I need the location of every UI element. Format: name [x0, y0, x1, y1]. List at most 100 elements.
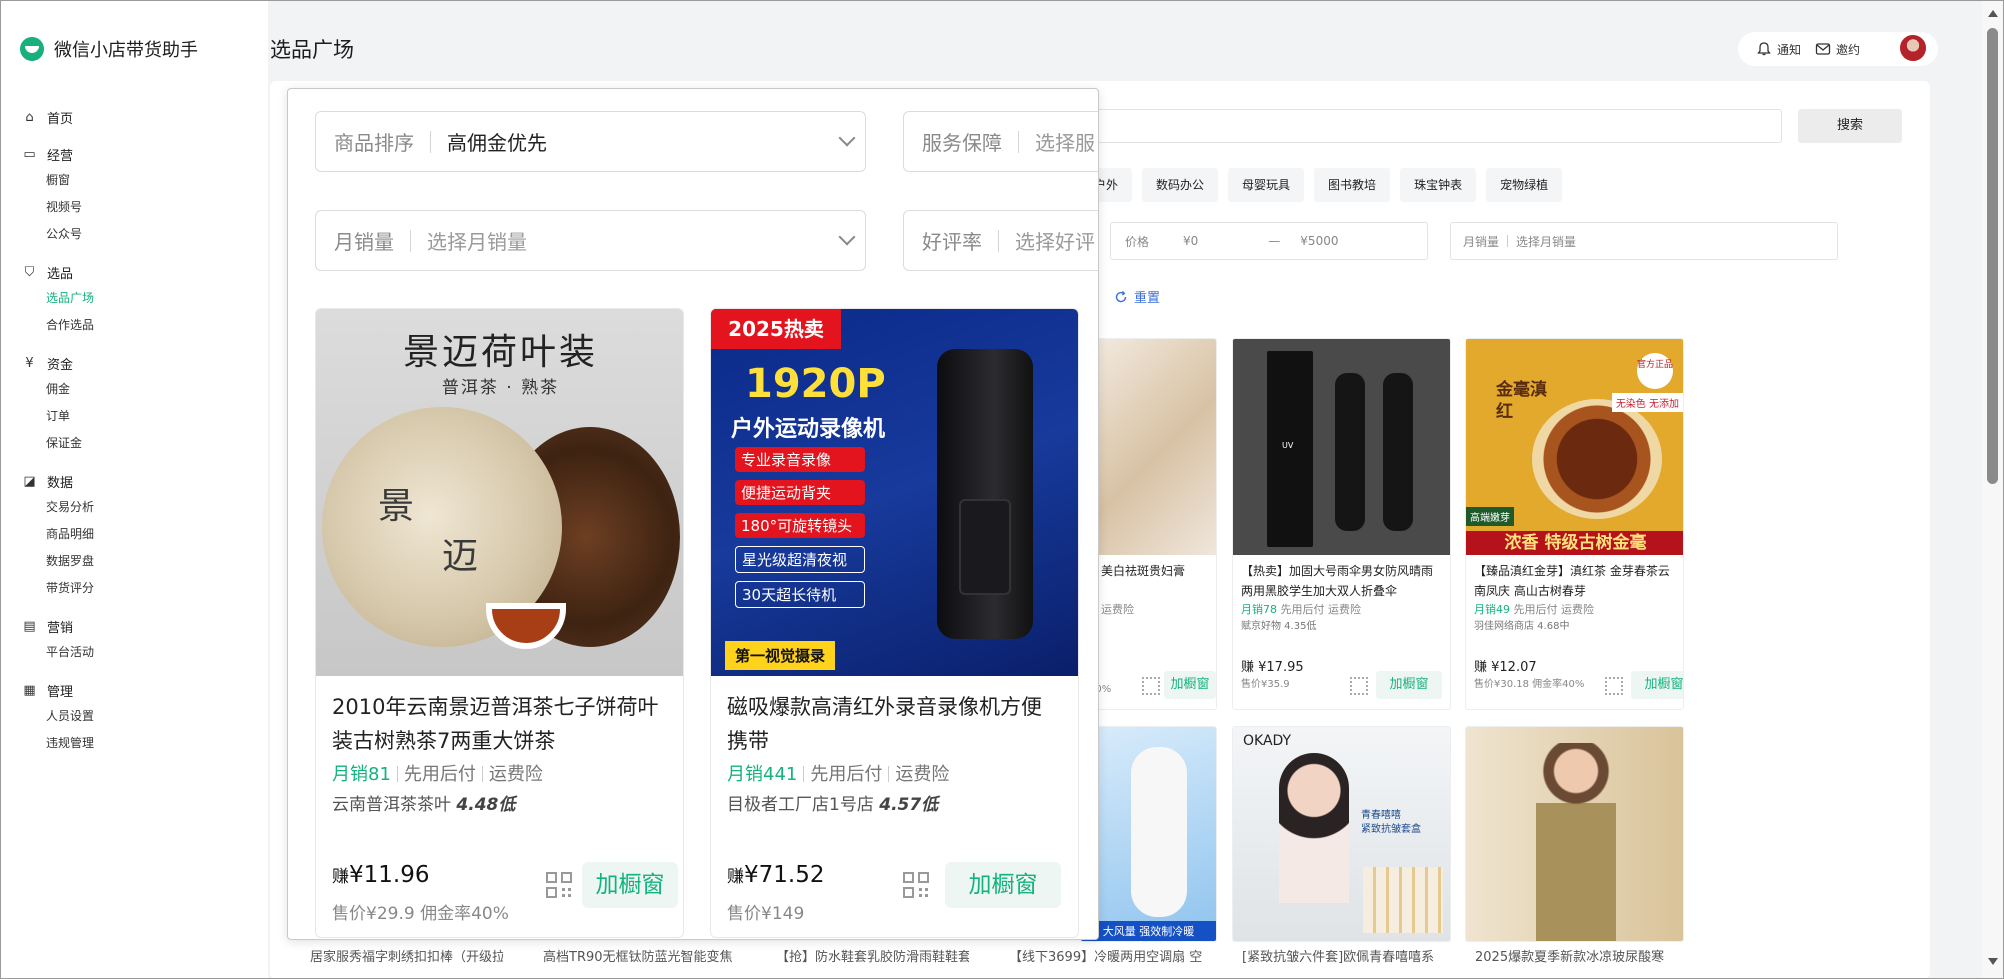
- nav-label: 首页: [47, 111, 74, 127]
- tea-stamp-2: 迈: [442, 536, 479, 577]
- cos-line-1: 青春嘻嘻: [1361, 810, 1401, 821]
- invite-button[interactable]: 邀约: [1815, 41, 1860, 58]
- service-placeholder: 选择服: [1035, 131, 1095, 155]
- add-showcase-button[interactable]: 加橱窗: [1164, 671, 1216, 699]
- nav-funds[interactable]: ¥ 资金: [0, 350, 268, 376]
- product-card[interactable]: OKADY 青春嘻嘻 紧致抗皱套盒: [1232, 726, 1451, 942]
- rating-select[interactable]: 好评率 选择好评: [903, 210, 1098, 271]
- nav-commission[interactable]: 佣金: [0, 376, 268, 403]
- nav-staff[interactable]: 人员设置: [0, 703, 268, 730]
- product-card[interactable]: [1465, 726, 1684, 942]
- nav-product-detail[interactable]: 商品明细: [0, 521, 268, 548]
- price-max[interactable]: ¥5000: [1300, 234, 1338, 248]
- product-earn: 赚 ¥17.95: [1241, 660, 1304, 675]
- belt-clip: [959, 499, 1011, 595]
- category-digital[interactable]: 数码办公: [1142, 168, 1219, 202]
- qrcode-icon[interactable]: [902, 871, 930, 899]
- avatar[interactable]: [1898, 33, 1928, 63]
- sort-select[interactable]: 商品排序 高佣金优先: [315, 111, 866, 172]
- rating-label: 好评率: [922, 230, 982, 254]
- scroll-up-arrow-icon[interactable]: [1988, 10, 1998, 17]
- nav-orders[interactable]: 订单: [0, 403, 268, 430]
- qrcode-icon[interactable]: [1350, 677, 1368, 695]
- product-image: OKADY 青春嘻嘻 紧致抗皱套盒: [1233, 727, 1450, 941]
- nav-rating[interactable]: 带货评分: [0, 575, 268, 602]
- category-books[interactable]: 图书教培: [1314, 168, 1391, 202]
- nav-data-compass[interactable]: 数据罗盘: [0, 548, 268, 575]
- price-filter[interactable]: 价格 ¥0 — ¥5000: [1110, 222, 1428, 260]
- product-image: [1081, 339, 1216, 555]
- product-shop: 赋京好物 4.35低: [1241, 621, 1317, 632]
- qrcode-icon[interactable]: [1605, 677, 1623, 695]
- price-min[interactable]: ¥0: [1183, 234, 1198, 248]
- nav-deposit[interactable]: 保证金: [0, 430, 268, 457]
- nav-activities[interactable]: 平台活动: [0, 639, 268, 666]
- product-title: 高档TR90无框钛防蓝光智能变焦: [543, 950, 733, 965]
- monthly-sales-select[interactable]: 月销量 选择月销量: [315, 210, 866, 271]
- product-card[interactable]: 大风量 强效制冷暖: [1080, 726, 1217, 942]
- product-image: [1466, 727, 1683, 941]
- notify-button[interactable]: 通知: [1756, 41, 1801, 58]
- search-input[interactable]: [1090, 109, 1782, 143]
- recorder-name: 户外运动录像机: [731, 417, 886, 442]
- sales-filter[interactable]: 月销量 选择月销量: [1450, 222, 1838, 260]
- scrollbar[interactable]: [1982, 0, 2004, 979]
- nav-business[interactable]: ▭ 经营: [0, 141, 268, 167]
- nav-label: 选品: [47, 266, 74, 282]
- nav-trade-analysis[interactable]: 交易分析: [0, 494, 268, 521]
- model-figure: [1279, 753, 1349, 903]
- feature-1: 专业录音录像: [735, 447, 865, 472]
- category-jewelry[interactable]: 珠宝钟表: [1400, 168, 1477, 202]
- add-showcase-button[interactable]: 加橱窗: [1376, 671, 1442, 699]
- search-button[interactable]: 搜索: [1798, 109, 1902, 143]
- nav-selection-square[interactable]: 选品广场: [0, 285, 268, 312]
- service-select[interactable]: 服务保障 选择服: [903, 111, 1098, 172]
- official-badge: 官方正品: [1637, 353, 1673, 389]
- add-showcase-button[interactable]: 加橱窗: [1631, 671, 1683, 699]
- feature-list: 专业录音录像 便捷运动背夹 180°可旋转镜头 星光级超清夜视 30天超长待机: [735, 447, 865, 608]
- nav-showcase[interactable]: 橱窗: [0, 167, 268, 194]
- nav-marketing[interactable]: ▤ 营销: [0, 613, 268, 639]
- scroll-thumb[interactable]: [1987, 28, 1998, 484]
- product-sales: 月销49: [1474, 603, 1510, 616]
- product-card-recorder[interactable]: 2025热卖 1920P 户外运动录像机 专业录音录像 便捷运动背夹 180°可…: [710, 308, 1079, 938]
- perspective-badge: 第一视觉摄录: [725, 641, 836, 670]
- service-label: 服务保障: [922, 131, 1002, 155]
- product-card[interactable]: 美白祛斑贵妇膏 运费险 50% 加橱窗: [1080, 338, 1217, 710]
- nav-channels[interactable]: 视频号: [0, 194, 268, 221]
- add-showcase-button[interactable]: 加橱窗: [945, 862, 1061, 908]
- add-showcase-button[interactable]: 加橱窗: [582, 862, 678, 908]
- qrcode-icon[interactable]: [545, 871, 573, 899]
- product-card-tea[interactable]: 景迈荷叶装 普洱茶 · 熟茶 景 迈 2010年云南景迈普洱茶七子饼荷叶装古树熟…: [315, 308, 684, 938]
- tag-insurance: 运费险: [488, 764, 543, 785]
- nav-management[interactable]: ▦ 管理: [0, 677, 268, 703]
- product-tags: 运费险: [1101, 603, 1134, 616]
- nav-data[interactable]: ◪ 数据: [0, 468, 268, 494]
- tea-tag: 高端嫩芽: [1466, 507, 1514, 526]
- nav-home[interactable]: ⌂ 首页: [0, 104, 268, 130]
- product-sales: 月销78: [1241, 603, 1277, 616]
- nav-violations[interactable]: 违规管理: [0, 730, 268, 757]
- product-image: 2025热卖 1920P 户外运动录像机 专业录音录像 便捷运动背夹 180°可…: [711, 309, 1078, 676]
- product-card[interactable]: 金毫滇红 官方正品 无染色 无添加 高端嫩芽 浓香 特级古树金毫 【臻品滇红金芽…: [1465, 338, 1684, 710]
- tea-cup: [486, 603, 566, 649]
- product-card[interactable]: UV 【热卖】加固大号雨伞男女防风晴雨两用黑胶学生加大双人折叠伞 月销78 先用…: [1232, 338, 1451, 710]
- shop-score: 4.57低: [879, 795, 939, 815]
- earn-prefix: 赚: [727, 867, 744, 887]
- nav-official-account[interactable]: 公众号: [0, 221, 268, 248]
- category-baby[interactable]: 母婴玩具: [1228, 168, 1305, 202]
- reset-button[interactable]: 重置: [1114, 287, 1160, 306]
- bottom-title-row: 居家服秀福字刺绣扣扣棒（开级拉 高档TR90无框钛防蓝光智能变焦 【抢】防水鞋套…: [270, 946, 1930, 979]
- app-logo[interactable]: 微信小店带货助手: [20, 36, 198, 62]
- tag-insurance: 运费险: [895, 764, 950, 785]
- nav-selection[interactable]: ⛉ 选品: [0, 259, 268, 285]
- category-pets[interactable]: 宠物绿植: [1486, 168, 1563, 202]
- shop-name: 目极者工厂店1号店: [727, 795, 874, 815]
- earn-value: ¥11.96: [349, 862, 430, 888]
- scroll-down-arrow-icon[interactable]: [1988, 958, 1998, 965]
- nav-cooperation[interactable]: 合作选品: [0, 312, 268, 339]
- qrcode-icon[interactable]: [1142, 677, 1160, 695]
- nav-label: 管理: [47, 684, 74, 700]
- sort-label: 商品排序: [334, 131, 414, 155]
- zoom-overlay-panel: 商品排序 高佣金优先 服务保障 选择服 月销量 选择月销量 好评率 选择好评 景…: [287, 88, 1099, 940]
